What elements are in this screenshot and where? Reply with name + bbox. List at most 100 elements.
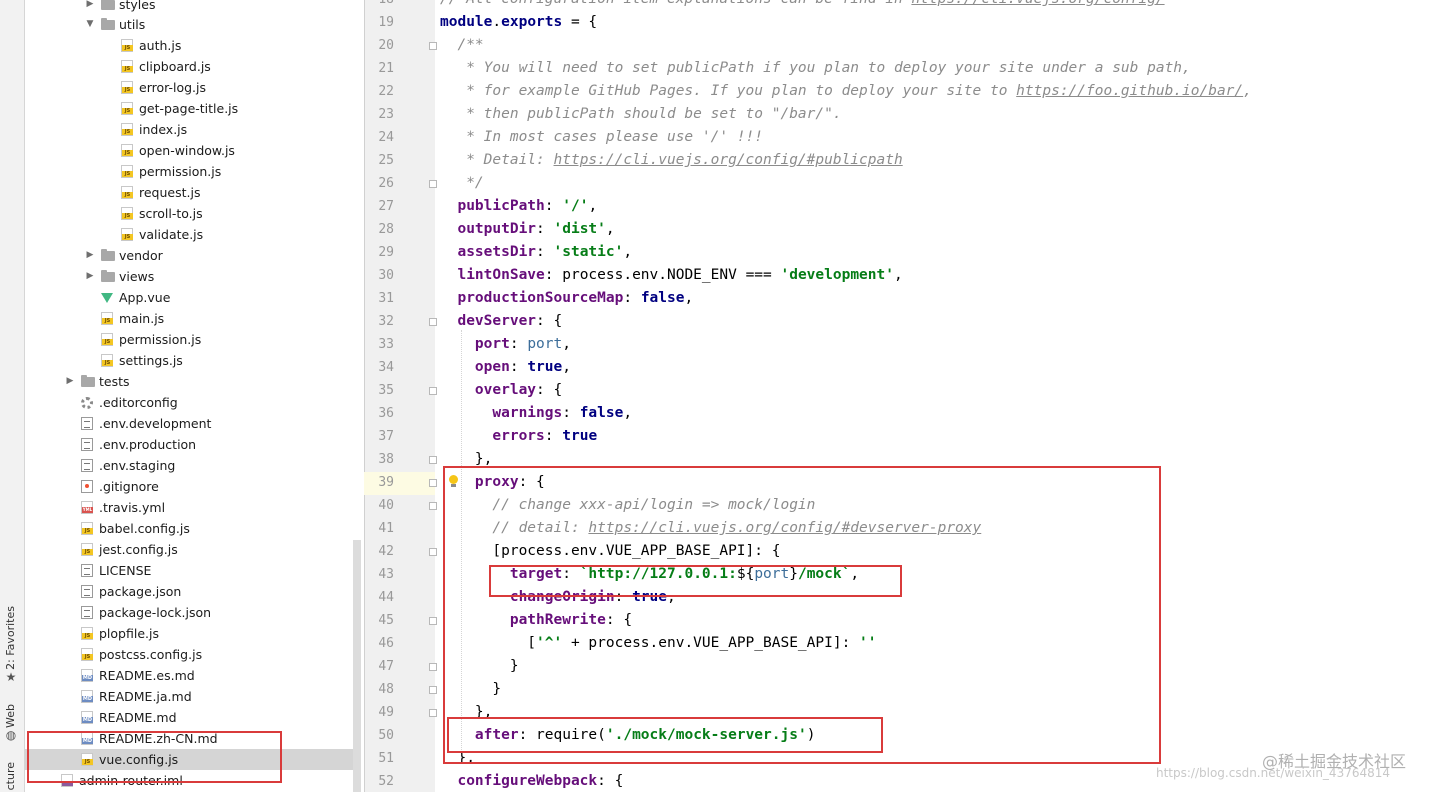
code-token: , [684,290,694,306]
code-token: : [544,198,563,214]
tree-item[interactable]: README.es.md [25,665,355,686]
tree-item[interactable]: ▶ views [25,266,355,287]
tree-item[interactable]: error-log.js [25,77,355,98]
fold-marker-icon[interactable] [429,42,437,50]
tree-item[interactable]: ▶ tests [25,371,355,392]
structure-tab-label: cture [4,762,17,791]
tree-item[interactable]: LICENSE [25,560,355,581]
fold-marker-icon[interactable] [429,180,437,188]
code-token: module [440,14,493,30]
tree-item-label: babel.config.js [99,521,190,536]
code-line: warnings: false, [440,402,632,425]
fold-marker-icon[interactable] [429,387,437,395]
line-number: 45 [378,613,394,628]
tree-item[interactable]: permission.js [25,329,355,350]
fold-marker-icon[interactable] [429,686,437,694]
fold-marker-icon[interactable] [429,479,437,487]
code-token[interactable]: https://cli.vuejs.org/config/ [911,0,1164,7]
text-file-icon [81,417,93,430]
tree-item[interactable]: ▼ utils [25,14,355,35]
tree-item[interactable]: validate.js [25,224,355,245]
tree-item[interactable]: README.md [25,707,355,728]
tree-item[interactable]: clipboard.js [25,56,355,77]
tree-item[interactable]: .env.production [25,434,355,455]
code-token: * for example GitHub Pages. If you plan … [440,83,1017,99]
line-number: 41 [378,521,394,536]
code-token: : [536,244,554,260]
tree-item[interactable]: .travis.yml [25,497,355,518]
code-token: : { [597,773,624,789]
fold-marker-icon[interactable] [429,617,437,625]
line-number: 35 [378,383,394,398]
line-number: 32 [378,314,394,329]
fold-marker-icon[interactable] [429,709,437,717]
tree-item[interactable]: index.js [25,119,355,140]
tree-item-label: request.js [139,185,201,200]
tree-item-label: main.js [119,311,165,326]
tree-item-label: postcss.config.js [99,647,203,662]
js-file-icon [121,228,133,241]
tree-item[interactable]: .gitignore [25,476,355,497]
js-file-icon [121,39,133,52]
structure-tab[interactable]: cture [4,762,17,790]
tree-item[interactable]: settings.js [25,350,355,371]
chevron-right-icon[interactable]: ▶ [65,371,75,392]
code-token: : { [536,313,563,329]
tree-item[interactable]: ▶ styles [25,0,355,15]
tree-item[interactable]: package-lock.json [25,602,355,623]
tree-item[interactable]: main.js [25,308,355,329]
text-file-icon [81,564,93,577]
tree-item[interactable]: get-page-title.js [25,98,355,119]
tree-item[interactable]: .editorconfig [25,392,355,413]
fold-marker-icon[interactable] [429,318,437,326]
tree-item[interactable]: request.js [25,182,355,203]
chevron-down-icon[interactable]: ▼ [85,14,95,35]
line-number: 38 [378,452,394,467]
fold-marker-icon[interactable] [429,502,437,510]
tree-item[interactable]: permission.js [25,161,355,182]
web-tab[interactable]: Web ◍ [4,704,18,742]
web-tab-label: Web [4,704,17,728]
tree-item[interactable]: .env.development [25,413,355,434]
tree-item-label: vendor [119,248,163,263]
chevron-right-icon[interactable]: ▶ [85,0,95,15]
tree-item[interactable]: package.json [25,581,355,602]
favorites-tab-label: 2: Favorites [4,606,17,670]
tree-scrollbar[interactable] [353,540,361,792]
tree-item[interactable]: jest.config.js [25,539,355,560]
code-token[interactable]: https://cli.vuejs.org/config/#publicpath [554,152,903,168]
js-file-icon [121,165,133,178]
line-number: 25 [378,153,394,168]
code-token: configureWebpack [457,773,598,789]
fold-marker-icon[interactable] [429,663,437,671]
code-token: }, [440,451,493,467]
js-file-icon [81,648,93,661]
fold-marker-icon[interactable] [429,456,437,464]
tree-item[interactable]: scroll-to.js [25,203,355,224]
tree-item[interactable]: open-window.js [25,140,355,161]
tree-item[interactable]: README.ja.md [25,686,355,707]
line-number: 51 [378,751,394,766]
tree-item[interactable]: ▶ vendor [25,245,355,266]
line-number: 21 [378,61,394,76]
line-number: 29 [378,245,394,260]
chevron-right-icon[interactable]: ▶ [85,266,95,287]
favorites-tab[interactable]: 2: Favorites ★ [4,606,18,684]
tree-item[interactable]: auth.js [25,35,355,56]
tree-item[interactable]: postcss.config.js [25,644,355,665]
code-token[interactable]: https://foo.github.io/bar/ [1016,83,1243,99]
tree-item-label: index.js [139,122,188,137]
js-file-icon [121,60,133,73]
code-token: 'static' [553,244,624,260]
tree-item[interactable]: .env.staging [25,455,355,476]
chevron-right-icon[interactable]: ▶ [85,245,95,266]
fold-marker-icon[interactable] [429,548,437,556]
tree-item[interactable]: babel.config.js [25,518,355,539]
line-number: 27 [378,199,394,214]
tree-item[interactable]: plopfile.js [25,623,355,644]
folder-icon [101,270,115,282]
tree-item[interactable]: App.vue [25,287,355,308]
line-number: 40 [378,498,394,513]
